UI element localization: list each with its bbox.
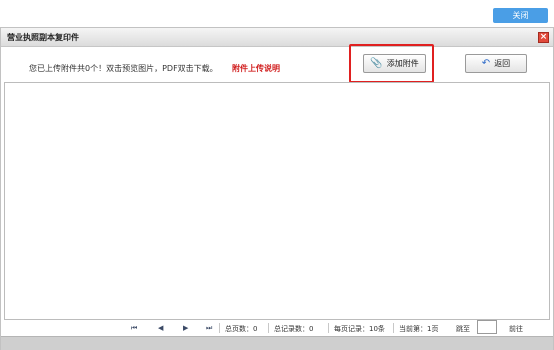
- pagination-bar: ⏮ ◀ ▶ ⏭ 总页数：0 总记录数：0 每页记录：10条 当前第：1页 跳至 …: [1, 320, 553, 336]
- back-button[interactable]: ↶ 返回: [465, 54, 527, 73]
- dialog-title: 营业执照副本复印件: [7, 33, 79, 42]
- jump-page-input[interactable]: [477, 320, 497, 334]
- current-page: 当前第：1页: [399, 325, 439, 333]
- attachment-dialog: 营业执照副本复印件 × 您已上传附件共0个！双击预览图片，PDF双击下载。 附件…: [0, 27, 554, 350]
- undo-arrow-icon: ↶: [481, 58, 491, 69]
- go-button[interactable]: 前往: [509, 324, 523, 334]
- dialog-titlebar: 营业执照副本复印件 ×: [1, 28, 553, 47]
- attachment-list-area: [4, 82, 550, 320]
- upload-help-link[interactable]: 附件上传说明: [232, 63, 280, 74]
- prev-page-icon[interactable]: ◀: [158, 324, 163, 332]
- top-bar: 关闭: [0, 0, 554, 27]
- first-page-icon[interactable]: ⏮: [131, 324, 137, 333]
- jump-label: 跳至: [456, 325, 470, 333]
- pager-divider: [328, 323, 329, 333]
- add-attachment-button[interactable]: 📎 添加附件: [363, 54, 426, 73]
- per-page-records: 每页记录：10条: [334, 325, 385, 333]
- pager-divider: [393, 323, 394, 333]
- close-button[interactable]: 关闭: [493, 8, 548, 23]
- dialog-footer: [1, 336, 553, 350]
- pager-divider: [219, 323, 220, 333]
- pager-divider: [268, 323, 269, 333]
- last-page-icon[interactable]: ⏭: [206, 324, 212, 333]
- total-records: 总记录数：0: [274, 325, 314, 333]
- total-pages: 总页数：0: [225, 325, 258, 333]
- next-page-icon[interactable]: ▶: [183, 324, 188, 332]
- paperclip-icon: 📎: [370, 58, 383, 69]
- close-icon[interactable]: ×: [538, 32, 549, 43]
- back-label: 返回: [494, 59, 511, 68]
- upload-info-text: 您已上传附件共0个！双击预览图片，PDF双击下载。: [29, 64, 218, 73]
- add-attachment-label: 添加附件: [386, 59, 419, 68]
